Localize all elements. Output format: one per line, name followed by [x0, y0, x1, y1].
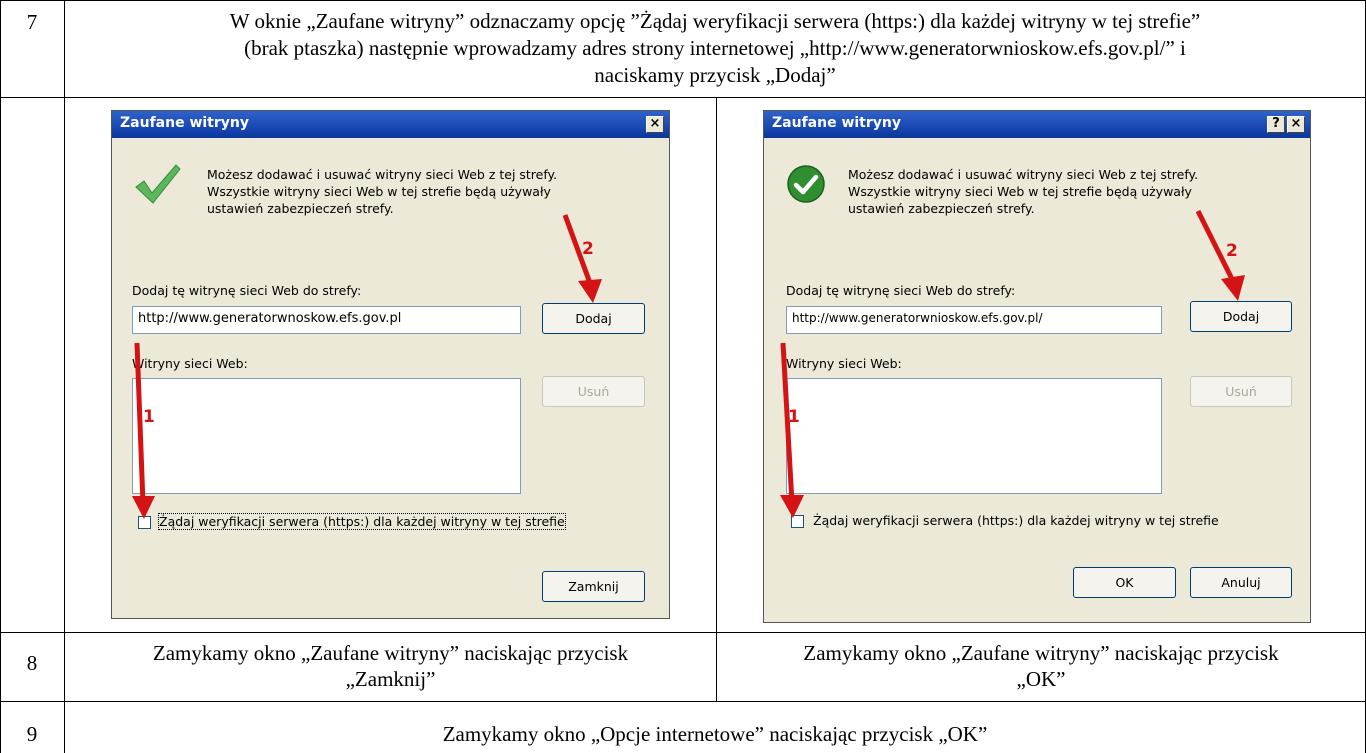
step-8-right-line-1: Zamykamy okno „Zaufane witryny” naciskaj…	[803, 641, 1279, 665]
table-border-top	[0, 0, 1366, 1]
table-row-divider	[0, 97, 1366, 98]
row-number-9: 9	[26, 722, 38, 746]
annotation-marker-2: 2	[1226, 241, 1238, 261]
annotation-marker-1: 1	[143, 407, 155, 427]
annotation-marker-2: 2	[582, 239, 594, 259]
table-row-divider	[0, 632, 1366, 633]
trusted-sites-dialog-left: Zaufane witryny × Możesz dodawać i usuwa…	[111, 110, 670, 619]
arrow-1-head	[132, 496, 155, 519]
step-7-line-2: (brak ptaszka) następnie wprowadzamy adr…	[244, 36, 1186, 60]
step-8-left-line-2: „Zamknij”	[345, 667, 436, 691]
table-row-divider	[0, 701, 1366, 702]
step-8-left-line-1: Zamykamy okno „Zaufane witryny” naciskaj…	[152, 641, 629, 665]
step-7-line-1: W oknie „Zaufane witryny” odznaczamy opc…	[229, 9, 1201, 33]
step-9-text: Zamykamy okno „Opcje internetowe” nacisk…	[442, 722, 988, 746]
row-number-8: 8	[26, 651, 38, 675]
arrow-1-head	[780, 495, 804, 518]
red-arrows-overlay	[132, 214, 602, 519]
annotation-marker-1: 1	[788, 407, 800, 427]
table-border-left	[0, 0, 1, 753]
table-split-divider	[716, 97, 717, 701]
arrow-2-head	[578, 279, 602, 303]
step-7-line-3: naciskamy przycisk „Dodaj”	[594, 63, 836, 87]
arrow-2-head	[1221, 275, 1245, 301]
step-8-right-line-2: „OK”	[1016, 667, 1066, 691]
row-number-7: 7	[26, 10, 38, 34]
trusted-sites-dialog-right: Zaufane witryny ? × Możesz dodawać i usu…	[763, 110, 1311, 623]
red-arrows-overlay	[780, 209, 1245, 518]
